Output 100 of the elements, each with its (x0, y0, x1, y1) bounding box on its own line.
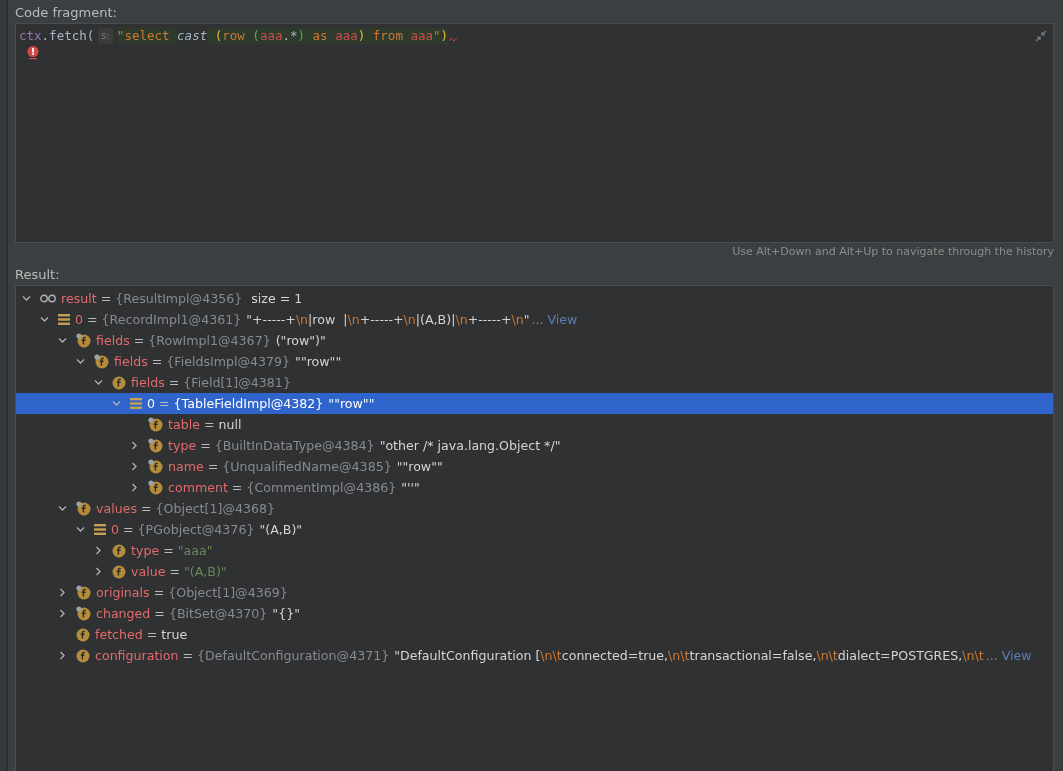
variable-value: ""row"" (396, 459, 443, 474)
list-icon (130, 398, 142, 409)
field-icon (148, 459, 163, 474)
variable-value: ""row"" (295, 354, 342, 369)
field-icon (76, 333, 91, 348)
tree-row[interactable]: comment = {CommentImpl@4386} "''" (16, 477, 1053, 498)
variable-value: "other /* java.lang.Object */" (379, 438, 561, 453)
history-hint: Use Alt+Down and Alt+Up to navigate through the history (732, 244, 1054, 260)
chevron-icon[interactable] (58, 336, 67, 345)
variable-name: changed (96, 606, 151, 621)
code-token: as (305, 28, 336, 44)
variable-name: configuration (95, 648, 179, 663)
code-token: ) (440, 28, 449, 44)
code-token: from (365, 28, 411, 44)
tree-row[interactable]: originals = {Object[1]@4369} (16, 582, 1053, 603)
field-icon (94, 354, 109, 369)
variable-value: "''" (401, 480, 420, 495)
equals-sign: = (140, 501, 152, 516)
code-token: "select (116, 28, 178, 44)
field-icon (76, 627, 90, 642)
chevron-icon[interactable] (94, 567, 103, 576)
chevron-icon[interactable] (130, 483, 139, 492)
variable-value: true (161, 627, 188, 642)
object-type: {UnqualifiedName@4385} (222, 459, 392, 474)
tree-row[interactable]: changed = {BitSet@4370} "{}" (16, 603, 1053, 624)
tree-row[interactable]: fields = {FieldsImpl@4379} ""row"" (16, 351, 1053, 372)
tree-row[interactable]: table = null (16, 414, 1053, 435)
chevron-icon[interactable] (76, 357, 85, 366)
chevron-icon[interactable] (58, 609, 67, 618)
chevron-icon[interactable] (22, 294, 31, 303)
variable-name: 0 (111, 522, 119, 537)
tree-row[interactable]: result = {ResultImpl@4356} size = 1 (16, 288, 1053, 309)
field-icon (76, 648, 90, 663)
equals-sign: = (87, 312, 98, 327)
chevron-icon[interactable] (130, 441, 139, 450)
variable-name: comment (168, 480, 228, 495)
tree-row[interactable]: configuration = {DefaultConfiguration@4371} "DefaultConfiguration [\n\tconnected=true,\n\ttransactional=false,\n\tdialect=POSTGRES,\n\t... View (16, 645, 1053, 666)
object-type: {FieldsImpl@4379} (166, 354, 291, 369)
equals-sign: = (200, 438, 211, 453)
equals-sign: = (163, 543, 174, 558)
code-token: .fetch( (41, 28, 95, 44)
variable-name: 0 (75, 312, 83, 327)
tree-row[interactable]: type = "aaa" (16, 540, 1053, 561)
code-token: ) (297, 28, 306, 44)
field-icon (148, 480, 163, 495)
equals-sign: = (203, 417, 215, 432)
variable-value: "(A,B)" (259, 522, 303, 537)
equals-sign: = (231, 480, 243, 495)
field-icon (148, 417, 163, 432)
object-type: {ResultImpl@4356} (115, 291, 243, 306)
equals-sign: = (207, 459, 219, 474)
chevron-icon[interactable] (58, 504, 67, 513)
tree-row[interactable]: value = "(A,B)" (16, 561, 1053, 582)
tree-row[interactable]: 0 = {PGobject@4376} "(A,B)" (16, 519, 1053, 540)
code-editor[interactable]: ctx.fetch( s: "select cast (row (aaa.*) as aaa) from aaa") (15, 23, 1054, 243)
parameter-hint: s: (98, 28, 113, 44)
variable-name: name (168, 459, 204, 474)
object-type: {RecordImpl1@4361} (101, 312, 242, 327)
code-token: ctx (19, 28, 42, 44)
chevron-icon[interactable] (40, 315, 49, 324)
field-icon (112, 564, 126, 579)
equals-sign: = (169, 564, 180, 579)
tree-row[interactable]: type = {BuiltInDataType@4384} "other /* java.lang.Object */" (16, 435, 1053, 456)
equals-sign: = (159, 396, 170, 411)
chevron-icon[interactable] (130, 462, 139, 471)
tree-row[interactable]: 0 = {TableFieldImpl@4382} ""row"" (16, 393, 1053, 414)
variable-name: 0 (147, 396, 155, 411)
variable-value: ("row")" (275, 333, 326, 348)
variable-name: fields (114, 354, 148, 369)
tree-row[interactable]: name = {UnqualifiedName@4385} ""row"" (16, 456, 1053, 477)
variable-value: "{}" (272, 606, 300, 621)
chevron-icon[interactable] (94, 546, 103, 555)
list-icon (94, 524, 106, 535)
variable-value: null (218, 417, 242, 432)
code-token: ( (252, 28, 260, 44)
object-type: {Object[1]@4368} (155, 501, 276, 516)
chevron-icon[interactable] (58, 651, 67, 660)
collapse-icon[interactable] (1035, 30, 1047, 42)
chevron-icon[interactable] (58, 588, 67, 597)
equals-sign: = (123, 522, 134, 537)
code-token: aaa (259, 28, 283, 44)
code-token: cast (177, 28, 208, 44)
variable-name: result (61, 291, 97, 306)
field-icon (112, 375, 126, 390)
chevron-icon[interactable] (76, 525, 85, 534)
equals-sign: = (133, 333, 145, 348)
tree-row[interactable]: fields = {RowImpl1@4367} ("row")" (16, 330, 1053, 351)
tree-row[interactable]: fields = {Field[1]@4381} (16, 372, 1053, 393)
object-type: {BitSet@4370} (168, 606, 268, 621)
variable-value: "DefaultConfiguration [\n\tconnected=true,\n\ttransactional=false,\n\tdialect=POSTGRES,\n\t (394, 648, 984, 663)
code-token: ( (207, 28, 223, 44)
equals-sign: = (146, 627, 158, 642)
equals-sign: = (153, 585, 165, 600)
variable-value: "aaa" (177, 543, 213, 558)
tree-row[interactable]: values = {Object[1]@4368} (16, 498, 1053, 519)
tree-row[interactable]: fetched = true (16, 624, 1053, 645)
chevron-icon[interactable] (94, 378, 103, 387)
glasses-icon (40, 294, 56, 303)
variable-value: size = 1 (250, 291, 303, 306)
tree-row[interactable]: 0 = {RecordImpl1@4361} "+-----+\n|row |\n+-----+\n|(A,B)|\n+-----+\n"... View (16, 309, 1053, 330)
